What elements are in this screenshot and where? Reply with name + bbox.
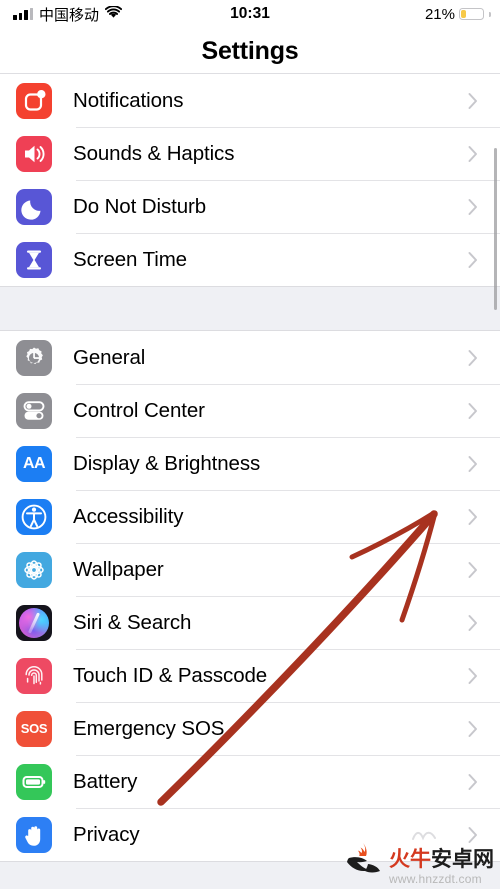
watermark-text: 火牛安卓网 www.hnzzdt.com bbox=[389, 847, 494, 886]
settings-row-label: Do Not Disturb bbox=[73, 194, 207, 218]
settings-row-label: Screen Time bbox=[73, 247, 187, 271]
flower-icon bbox=[16, 551, 52, 588]
navigation-bar: Settings bbox=[0, 28, 500, 74]
settings-row-siri-search[interactable]: Siri & Search bbox=[0, 596, 500, 649]
chevron-right-icon bbox=[468, 455, 478, 472]
settings-row-display-brightness[interactable]: AA Display & Brightness bbox=[0, 437, 500, 490]
settings-row-label: Touch ID & Passcode bbox=[73, 663, 268, 687]
settings-row-label: Control Center bbox=[73, 398, 205, 422]
settings-row-label: Notifications bbox=[73, 88, 184, 112]
settings-row-label: Battery bbox=[73, 769, 138, 793]
battery-icon bbox=[459, 7, 484, 21]
chevron-right-icon bbox=[468, 508, 478, 525]
status-bar-left: 中国移动 bbox=[0, 4, 123, 25]
phone-screen: 中国移动 10:31 21% Settings Notifications So… bbox=[0, 0, 500, 889]
accessibility-icon bbox=[16, 498, 52, 535]
page-title: Settings bbox=[201, 36, 299, 65]
status-bar: 中国移动 10:31 21% bbox=[0, 0, 500, 28]
status-bar-right: 21% bbox=[425, 6, 491, 23]
settings-row-do-not-disturb[interactable]: Do Not Disturb bbox=[0, 180, 500, 233]
scrollbar-thumb[interactable] bbox=[493, 148, 497, 310]
nav-divider bbox=[0, 73, 500, 74]
watermark: 火牛安卓网 www.hnzzdt.com bbox=[342, 840, 494, 885]
section-separator bbox=[0, 286, 500, 331]
settings-row-label: Wallpaper bbox=[73, 557, 164, 581]
chevron-right-icon bbox=[468, 251, 478, 268]
settings-row-screen-time[interactable]: Screen Time bbox=[0, 233, 500, 286]
moon-icon bbox=[16, 188, 52, 225]
settings-row-label: Accessibility bbox=[73, 504, 184, 528]
aa-text-icon: AA bbox=[16, 445, 52, 482]
settings-group-2: General Control Center AA Display & Brig… bbox=[0, 331, 500, 861]
sos-icon: SOS bbox=[16, 710, 52, 747]
battery-cap-icon bbox=[489, 11, 491, 17]
wifi-icon bbox=[104, 4, 123, 23]
chevron-right-icon bbox=[468, 720, 478, 737]
battery-icon bbox=[16, 763, 52, 800]
settings-row-notifications[interactable]: Notifications bbox=[0, 74, 500, 127]
notifications-icon bbox=[16, 82, 52, 119]
chevron-right-icon bbox=[468, 614, 478, 631]
chevron-right-icon bbox=[468, 349, 478, 366]
fingerprint-icon bbox=[16, 657, 52, 694]
settings-group-1: Notifications Sounds & Haptics Do Not Di… bbox=[0, 74, 500, 286]
bull-logo-icon bbox=[342, 840, 384, 885]
settings-row-battery[interactable]: Battery bbox=[0, 755, 500, 808]
settings-row-general[interactable]: General bbox=[0, 331, 500, 384]
chevron-right-icon bbox=[468, 402, 478, 419]
chevron-right-icon bbox=[468, 667, 478, 684]
watermark-url: www.hnzzdt.com bbox=[389, 872, 482, 886]
chevron-right-icon bbox=[468, 145, 478, 162]
hourglass-icon bbox=[16, 241, 52, 278]
chevron-right-icon bbox=[468, 561, 478, 578]
settings-row-label: General bbox=[73, 345, 146, 369]
toggles-icon bbox=[16, 392, 52, 429]
settings-row-label: Siri & Search bbox=[73, 610, 192, 634]
siri-orb-icon bbox=[16, 604, 52, 641]
settings-row-touch-id-passcode[interactable]: Touch ID & Passcode bbox=[0, 649, 500, 702]
settings-list[interactable]: Notifications Sounds & Haptics Do Not Di… bbox=[0, 74, 500, 889]
settings-row-label: Sounds & Haptics bbox=[73, 141, 235, 165]
signal-bars-icon bbox=[13, 8, 33, 20]
carrier-label: 中国移动 bbox=[39, 5, 100, 24]
partial-glyph-icon bbox=[412, 828, 436, 841]
speaker-icon bbox=[16, 135, 52, 172]
settings-row-sounds-haptics[interactable]: Sounds & Haptics bbox=[0, 127, 500, 180]
settings-row-control-center[interactable]: Control Center bbox=[0, 384, 500, 437]
chevron-right-icon bbox=[468, 773, 478, 790]
settings-row-emergency-sos[interactable]: SOS Emergency SOS bbox=[0, 702, 500, 755]
settings-row-label: Display & Brightness bbox=[73, 451, 261, 475]
chevron-right-icon bbox=[468, 92, 478, 109]
battery-percent-label: 21% bbox=[424, 5, 455, 23]
chevron-right-icon bbox=[468, 198, 478, 215]
hand-icon bbox=[16, 816, 52, 853]
settings-row-wallpaper[interactable]: Wallpaper bbox=[0, 543, 500, 596]
settings-row-label: Privacy bbox=[73, 822, 140, 846]
settings-row-label: Emergency SOS bbox=[73, 716, 225, 740]
gear-icon bbox=[16, 339, 52, 376]
watermark-site-name: 火牛安卓网 bbox=[389, 847, 494, 871]
settings-row-accessibility[interactable]: Accessibility bbox=[0, 490, 500, 543]
